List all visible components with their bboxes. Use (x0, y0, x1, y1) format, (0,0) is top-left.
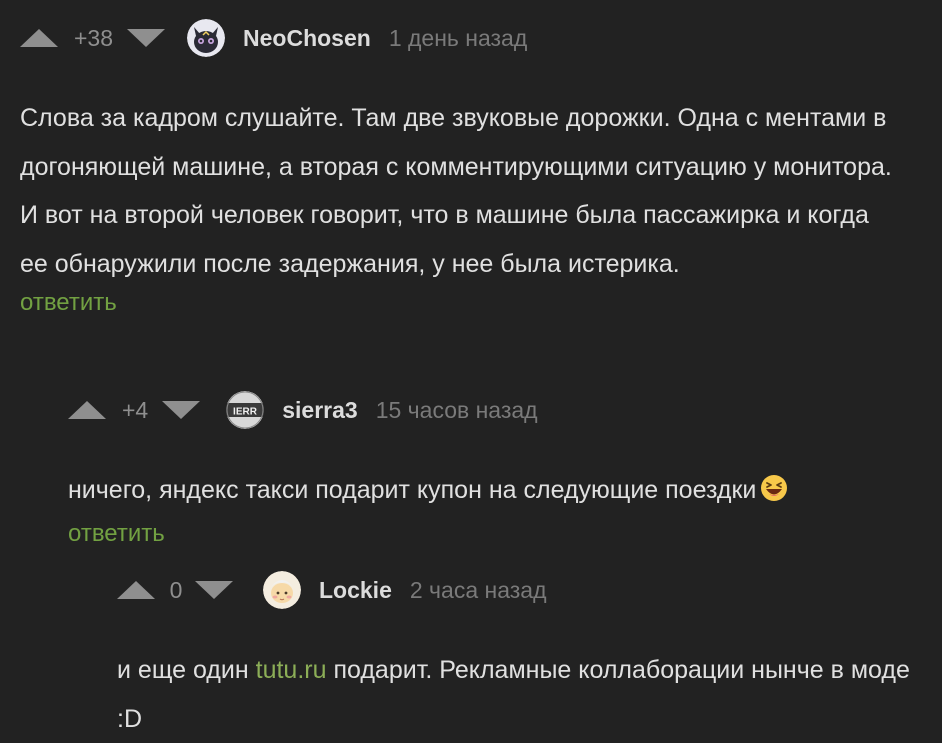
timestamp: 15 часов назад (375, 396, 538, 423)
vote-up-icon[interactable] (117, 580, 155, 600)
tutu-link[interactable]: tutu.ru (256, 656, 327, 684)
reply-button[interactable]: ответить (68, 520, 165, 548)
username[interactable]: sierra3 (282, 397, 357, 424)
vote-up-icon[interactable] (20, 28, 58, 48)
comment-1: +38 NeoChosen 1 день назад Слова за кадр… (20, 18, 920, 317)
baby-avatar-icon[interactable] (263, 571, 301, 609)
timestamp: 2 часа назад (409, 576, 547, 603)
reply-button[interactable]: ответить (20, 289, 117, 317)
comment-text: Слова за кадром слушайте. Там две звуков… (20, 104, 892, 278)
comment-3: 0 Lockie 2 часа назад и еще один tutu.ru… (117, 570, 932, 743)
comment-text-content: ничего, яндекс такси подарит купон на сл… (68, 476, 757, 504)
rating: +4 (122, 396, 149, 423)
cat-avatar-icon[interactable] (187, 19, 226, 57)
comment-header: +4 IERR sierra3 15 часов назад (68, 390, 928, 430)
comment-text-before: и еще один (117, 656, 256, 684)
comment-text: и еще один tutu.ru подарит. Рекламные ко… (117, 646, 929, 743)
vote-down-icon[interactable] (195, 580, 233, 600)
comment-header: 0 Lockie 2 часа назад (117, 570, 932, 610)
vote-down-icon[interactable] (162, 400, 201, 420)
vote-up-icon[interactable] (68, 400, 106, 420)
laughing-face-emoji (760, 470, 788, 519)
comment-text: ничего, яндекс такси подарит купон на сл… (68, 466, 928, 519)
rating: 0 (169, 576, 183, 603)
sierra-avatar-icon[interactable]: IERR (226, 391, 265, 429)
username[interactable]: NeoChosen (243, 25, 371, 52)
timestamp: 1 день назад (388, 24, 528, 51)
username[interactable]: Lockie (319, 577, 392, 604)
comment-2: +4 IERR sierra3 15 часов назад ничего, я… (68, 390, 928, 548)
svg-text:IERR: IERR (233, 407, 258, 418)
vote-down-icon[interactable] (127, 28, 166, 48)
comment-header: +38 NeoChosen 1 день назад (20, 18, 920, 58)
rating: +38 (74, 24, 114, 51)
